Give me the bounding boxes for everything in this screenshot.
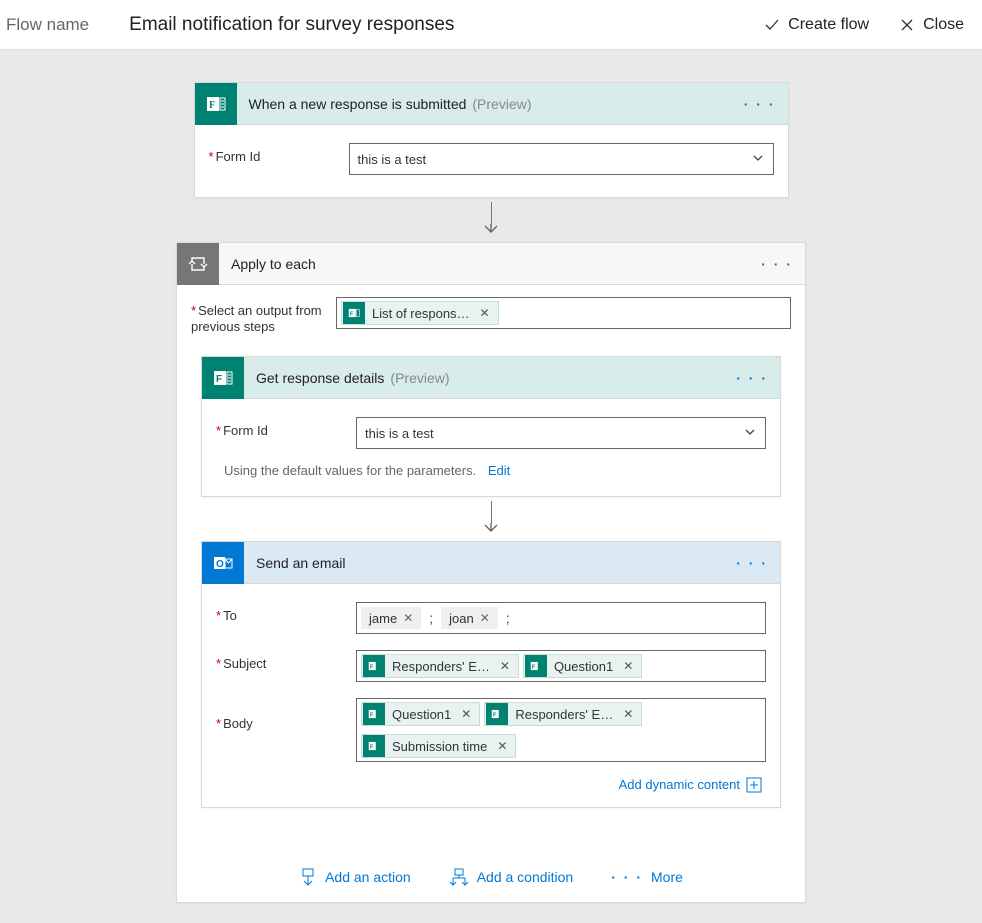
forms-icon: F xyxy=(525,655,547,677)
getresp-formid-label: *Form Id xyxy=(216,417,356,438)
topbar: Flow name Email notification for survey … xyxy=(0,0,982,50)
subject-input[interactable]: F Responders' E… ✕ F Question1 ✕ xyxy=(356,650,766,682)
token-remove-icon[interactable]: ✕ xyxy=(493,739,511,753)
checkmark-icon xyxy=(764,17,780,33)
token-responders-email[interactable]: F Responders' E… ✕ xyxy=(361,654,519,678)
forms-icon: F xyxy=(486,703,508,725)
default-values-note: Using the default values for the paramet… xyxy=(216,457,766,482)
create-flow-label: Create flow xyxy=(788,16,869,34)
svg-text:O: O xyxy=(216,559,224,570)
token-responders-email[interactable]: F Responders' E… ✕ xyxy=(484,702,642,726)
send-email-card: O Send an email · · · *To jame✕ ; joan✕ xyxy=(201,541,781,808)
chevron-down-icon xyxy=(751,151,765,168)
apply-to-each-header[interactable]: Apply to each · · · xyxy=(177,243,805,285)
forms-icon: F xyxy=(363,735,385,757)
token-remove-icon[interactable]: ✕ xyxy=(457,707,475,721)
flow-name-label: Flow name xyxy=(6,15,89,35)
apply-to-each-card: Apply to each · · · *Select an output fr… xyxy=(176,242,806,903)
token-remove-icon[interactable]: ✕ xyxy=(619,659,637,673)
svg-text:F: F xyxy=(532,665,536,671)
svg-text:F: F xyxy=(493,713,497,719)
token-submission-time[interactable]: F Submission time ✕ xyxy=(361,734,516,758)
svg-text:F: F xyxy=(350,311,354,317)
recipient-token[interactable]: jame✕ xyxy=(361,607,421,629)
arrow-down-icon xyxy=(483,224,499,236)
add-condition-button[interactable]: Add a condition xyxy=(449,868,574,886)
more-button[interactable]: · · · More xyxy=(611,868,683,886)
select-output-input[interactable]: F List of respons… ✕ xyxy=(336,297,791,329)
get-response-menu[interactable]: · · · xyxy=(736,370,768,386)
close-label: Close xyxy=(923,16,964,34)
flow-title[interactable]: Email notification for survey responses xyxy=(129,14,764,36)
recipient-token[interactable]: joan✕ xyxy=(441,607,498,629)
add-dynamic-content-link[interactable]: Add dynamic content xyxy=(619,777,762,793)
get-response-preview: (Preview) xyxy=(390,370,449,386)
formid-value: this is a test xyxy=(358,152,427,167)
trigger-title: When a new response is submitted xyxy=(249,96,467,112)
forms-icon: F xyxy=(195,83,237,125)
token-remove-icon[interactable]: ✕ xyxy=(397,611,419,625)
more-dots-icon: · · · xyxy=(611,869,643,885)
to-label: *To xyxy=(216,602,356,623)
subject-label: *Subject xyxy=(216,650,356,671)
trigger-card: F When a new response is submitted (Prev… xyxy=(194,82,789,198)
select-output-label: *Select an output from previous steps xyxy=(191,297,336,334)
to-input[interactable]: jame✕ ; joan✕ ; xyxy=(356,602,766,634)
arrow-down-icon xyxy=(483,523,499,535)
token-remove-icon[interactable]: ✕ xyxy=(496,659,514,673)
trigger-menu[interactable]: · · · xyxy=(744,96,776,112)
token-question1[interactable]: F Question1 ✕ xyxy=(523,654,642,678)
edit-link[interactable]: Edit xyxy=(488,463,510,478)
token-question1[interactable]: F Question1 ✕ xyxy=(361,702,480,726)
svg-text:F: F xyxy=(216,374,222,385)
loop-icon xyxy=(177,243,219,285)
forms-icon: F xyxy=(202,357,244,399)
forms-icon: F xyxy=(363,703,385,725)
plus-box-icon xyxy=(746,777,762,793)
send-email-menu[interactable]: · · · xyxy=(736,555,768,571)
connector-arrow xyxy=(483,501,499,535)
apply-to-each-title: Apply to each xyxy=(231,256,316,272)
forms-icon: F xyxy=(363,655,385,677)
svg-text:F: F xyxy=(370,745,374,751)
body-input[interactable]: F Question1 ✕ F Responders' E… ✕ xyxy=(356,698,766,762)
formid-label: *Form Id xyxy=(209,143,349,164)
get-response-header[interactable]: F Get response details (Preview) · · · xyxy=(202,357,780,399)
add-action-icon xyxy=(299,868,317,886)
close-button[interactable]: Close xyxy=(899,16,964,34)
token-list-of-responses[interactable]: F List of respons… ✕ xyxy=(341,301,499,325)
getresp-formid-select[interactable]: this is a test xyxy=(356,417,766,449)
svg-text:F: F xyxy=(370,713,374,719)
flow-canvas: F When a new response is submitted (Prev… xyxy=(0,50,982,923)
outlook-icon: O xyxy=(202,542,244,584)
get-response-details-card: F Get response details (Preview) · · · *… xyxy=(201,356,781,497)
trigger-header[interactable]: F When a new response is submitted (Prev… xyxy=(195,83,788,125)
body-label: *Body xyxy=(216,698,356,731)
token-remove-icon[interactable]: ✕ xyxy=(476,306,494,320)
connector-arrow xyxy=(483,202,499,236)
send-email-header[interactable]: O Send an email · · · xyxy=(202,542,780,584)
trigger-preview: (Preview) xyxy=(472,96,531,112)
create-flow-button[interactable]: Create flow xyxy=(764,16,869,34)
svg-text:F: F xyxy=(209,100,215,111)
svg-text:F: F xyxy=(370,665,374,671)
add-action-button[interactable]: Add an action xyxy=(299,868,411,886)
token-remove-icon[interactable]: ✕ xyxy=(619,707,637,721)
token-remove-icon[interactable]: ✕ xyxy=(474,611,496,625)
loop-footer: Add an action Add a condition · · · More xyxy=(191,868,791,886)
formid-select[interactable]: this is a test xyxy=(349,143,774,175)
add-condition-icon xyxy=(449,868,469,886)
forms-icon: F xyxy=(343,302,365,324)
apply-to-each-menu[interactable]: · · · xyxy=(761,256,793,272)
get-response-title: Get response details xyxy=(256,370,384,386)
send-email-title: Send an email xyxy=(256,555,346,571)
chevron-down-icon xyxy=(743,425,757,442)
close-icon xyxy=(899,17,915,33)
